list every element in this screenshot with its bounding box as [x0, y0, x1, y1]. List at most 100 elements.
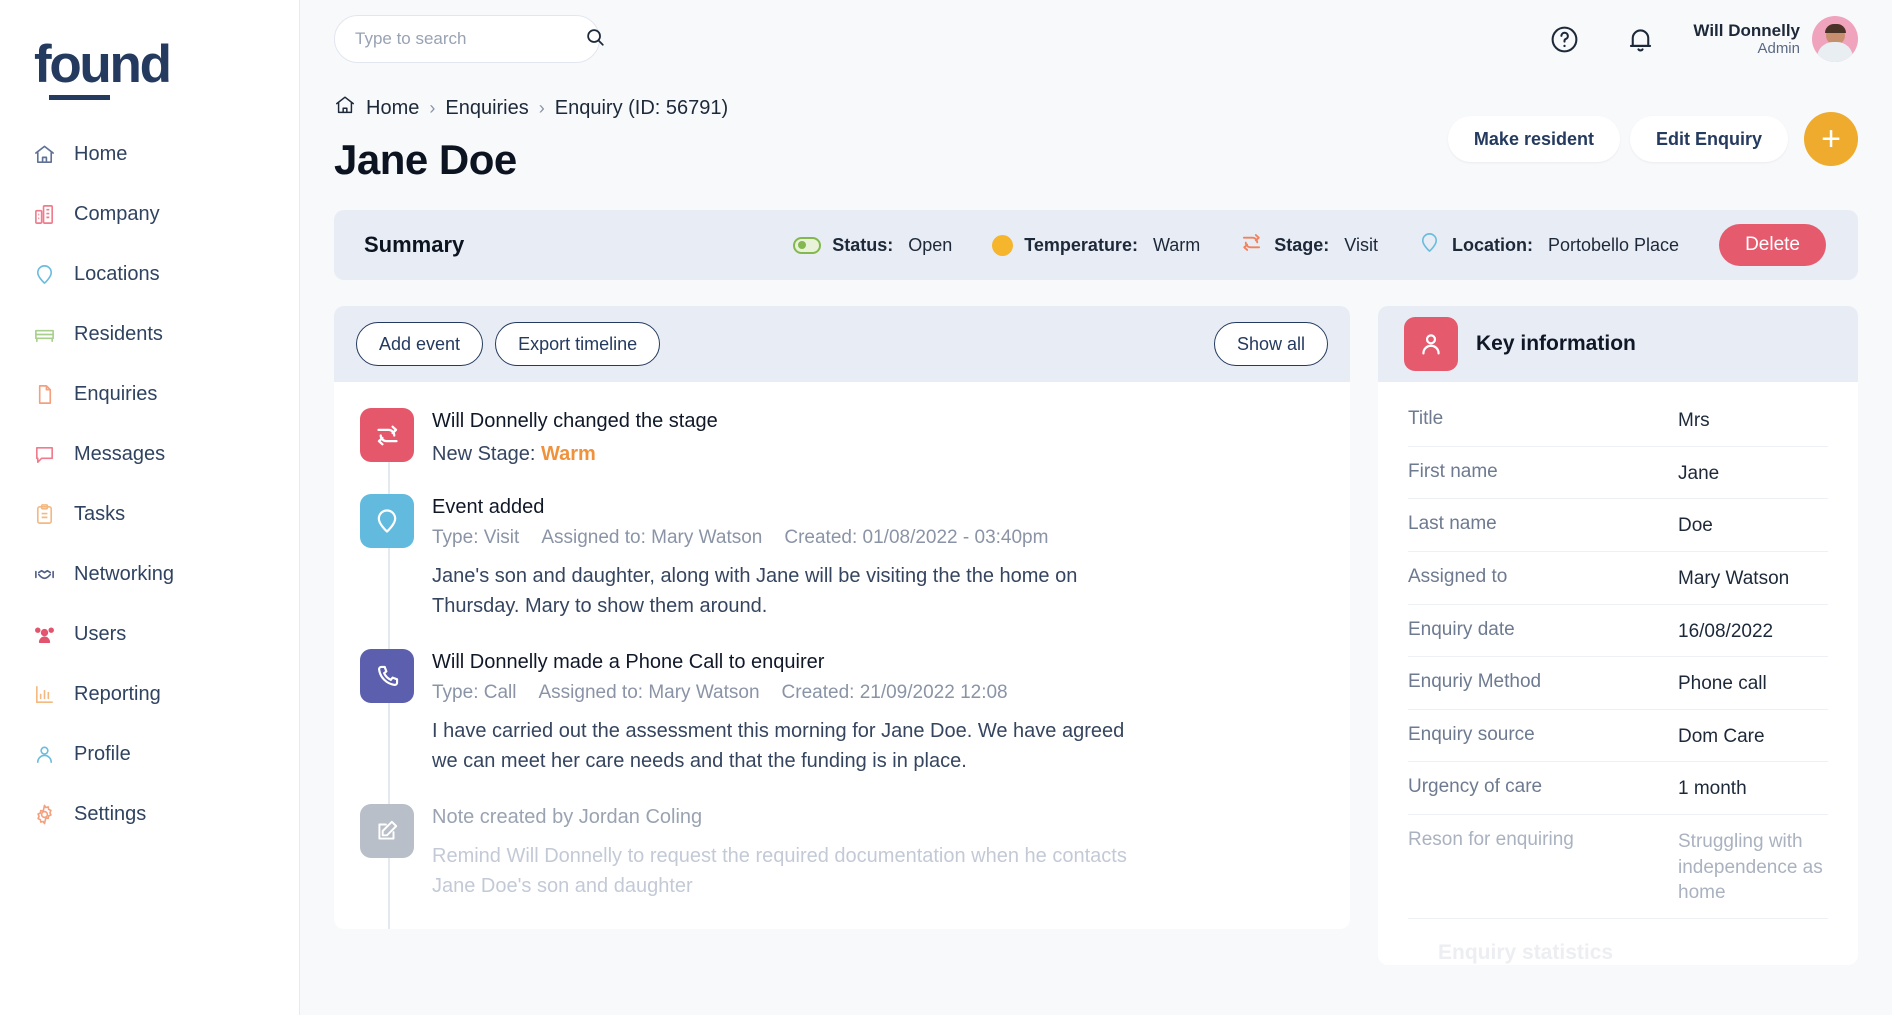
sidebar-item-label: Home [74, 143, 127, 166]
users-icon [32, 622, 56, 646]
key-row-reason-for-enquiring: Reson for enquiring Struggling with inde… [1408, 815, 1828, 919]
add-button[interactable]: + [1804, 112, 1858, 166]
gear-icon [32, 802, 56, 826]
sidebar-item-users[interactable]: Users [0, 604, 299, 664]
sidebar-nav: Home Company Locations Residents [0, 124, 299, 844]
breadcrumb-item-current: Enquiry (ID: 56791) [555, 97, 728, 120]
sidebar-item-networking[interactable]: Networking [0, 544, 299, 604]
enquiry-statistics-title: Enquiry statistics [1408, 919, 1828, 965]
key-information-title: Key information [1476, 332, 1636, 356]
person-icon [32, 742, 56, 766]
toggle-on-icon[interactable] [793, 237, 821, 254]
summary-stage: Stage: Visit [1240, 231, 1378, 259]
timeline-entry-title: Event added [432, 496, 1132, 519]
summary-title: Summary [364, 232, 464, 258]
page-header-left: Home › Enquiries › Enquiry (ID: 56791) J… [334, 78, 728, 184]
header-actions: Make resident Edit Enquiry + [1448, 78, 1858, 166]
avatar[interactable] [1812, 16, 1858, 62]
sidebar-item-profile[interactable]: Profile [0, 724, 299, 784]
timeline-entry-content: Event added Type: Visit Assigned to: Mar… [432, 494, 1132, 621]
breadcrumb-item-home[interactable]: Home [366, 97, 419, 120]
key-row-value: 1 month [1678, 776, 1747, 802]
key-row-value: Mary Watson [1678, 566, 1789, 592]
summary-temperature: Temperature: Warm [992, 235, 1200, 256]
summary-stage-value: Visit [1344, 235, 1378, 256]
chat-icon [32, 442, 56, 466]
sidebar-item-company[interactable]: Company [0, 184, 299, 244]
timeline-entry-title: Will Donnelly made a Phone Call to enqui… [432, 651, 1132, 674]
app-root: found Home Company Locations [0, 0, 1892, 1015]
timeline-entry-content: Will Donnelly changed the stage New Stag… [432, 408, 718, 466]
page-title: Jane Doe [334, 136, 728, 184]
breadcrumb-separator: › [539, 98, 545, 119]
search-icon[interactable] [584, 26, 606, 53]
bell-icon[interactable] [1623, 22, 1657, 56]
summary-status: Status: Open [793, 235, 952, 256]
search-box[interactable] [334, 15, 600, 63]
breadcrumb-item-enquiries[interactable]: Enquiries [445, 97, 528, 120]
sidebar-item-messages[interactable]: Messages [0, 424, 299, 484]
show-all-button[interactable]: Show all [1214, 322, 1328, 366]
sidebar-item-home[interactable]: Home [0, 124, 299, 184]
sidebar-item-label: Reporting [74, 683, 161, 706]
sidebar: found Home Company Locations [0, 0, 300, 1015]
page-header: Home › Enquiries › Enquiry (ID: 56791) J… [334, 78, 1858, 184]
summary-location: Location: Portobello Place [1418, 231, 1679, 259]
key-row-label: Enquiry source [1408, 724, 1678, 746]
timeline-entry[interactable]: Will Donnelly changed the stage New Stag… [334, 408, 1350, 494]
map-pin-icon [1418, 231, 1441, 259]
file-icon [32, 382, 56, 406]
home-icon[interactable] [334, 94, 356, 122]
sidebar-item-residents[interactable]: Residents [0, 304, 299, 364]
timeline-entry[interactable]: Event added Type: Visit Assigned to: Mar… [334, 494, 1350, 649]
key-row-value: Struggling with independence as home [1678, 829, 1828, 906]
key-row-title: Title Mrs [1408, 394, 1828, 447]
search-input[interactable] [355, 29, 576, 49]
bar-chart-icon [32, 682, 56, 706]
user-menu[interactable]: Will Donnelly Admin [1693, 16, 1858, 62]
key-row-value: Mrs [1678, 408, 1710, 434]
timeline-entry[interactable]: Will Donnelly made a Phone Call to enqui… [334, 649, 1350, 804]
add-event-button[interactable]: Add event [356, 322, 483, 366]
app-logo[interactable]: found [0, 22, 299, 106]
timeline-entry-content: Will Donnelly made a Phone Call to enqui… [432, 649, 1132, 776]
export-timeline-button[interactable]: Export timeline [495, 322, 660, 366]
delete-button[interactable]: Delete [1719, 224, 1826, 266]
user-meta: Will Donnelly Admin [1693, 21, 1800, 58]
sidebar-item-tasks[interactable]: Tasks [0, 484, 299, 544]
breadcrumb-separator: › [429, 98, 435, 119]
summary-temperature-value: Warm [1153, 235, 1200, 256]
sidebar-item-enquiries[interactable]: Enquiries [0, 364, 299, 424]
key-row-assigned-to: Assigned to Mary Watson [1408, 552, 1828, 605]
key-row-first-name: First name Jane [1408, 447, 1828, 500]
sidebar-item-locations[interactable]: Locations [0, 244, 299, 304]
person-badge-icon [1404, 317, 1458, 371]
timeline-entry[interactable]: Note created by Jordan Coling Remind Wil… [334, 804, 1350, 929]
edit-icon [360, 804, 414, 858]
timeline-toolbar: Add event Export timeline Show all [334, 306, 1350, 382]
sidebar-item-label: Users [74, 623, 126, 646]
summary-location-value: Portobello Place [1548, 235, 1679, 256]
sidebar-item-reporting[interactable]: Reporting [0, 664, 299, 724]
key-row-label: Enquriy Method [1408, 671, 1678, 693]
refresh-icon [360, 408, 414, 462]
key-row-enquiry-source: Enquiry source Dom Care [1408, 710, 1828, 763]
summary-location-label: Location: [1452, 235, 1533, 256]
key-information-rows: Title Mrs First name Jane Last name Doe [1378, 382, 1858, 965]
timeline-body: Will Donnelly changed the stage New Stag… [334, 382, 1350, 929]
meta-assigned: Assigned to: Mary Watson [538, 682, 759, 704]
help-circle-icon[interactable] [1547, 22, 1581, 56]
meta-type: Type: Visit [432, 527, 519, 549]
top-bar: Will Donnelly Admin [300, 0, 1892, 78]
sidebar-item-settings[interactable]: Settings [0, 784, 299, 844]
sidebar-item-label: Settings [74, 803, 146, 826]
toggle-knob [798, 241, 806, 249]
phone-icon [360, 649, 414, 703]
meta-assigned: Assigned to: Mary Watson [541, 527, 762, 549]
edit-enquiry-button[interactable]: Edit Enquiry [1630, 116, 1788, 162]
new-stage-value: Warm [541, 443, 596, 465]
sidebar-item-label: Enquiries [74, 383, 157, 406]
make-resident-button[interactable]: Make resident [1448, 116, 1620, 162]
content: Home › Enquiries › Enquiry (ID: 56791) J… [300, 78, 1892, 965]
handshake-icon [32, 562, 56, 586]
